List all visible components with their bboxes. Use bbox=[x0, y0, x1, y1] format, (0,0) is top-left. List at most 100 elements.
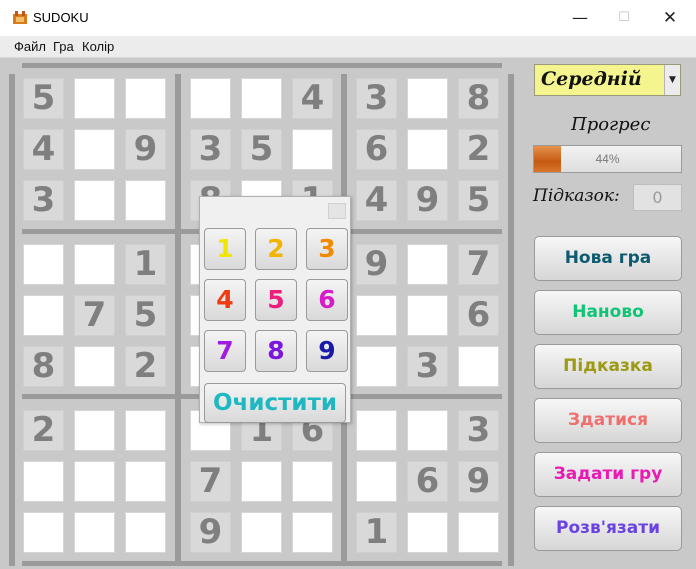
menu-color[interactable]: Колір bbox=[82, 39, 114, 54]
hint-button[interactable]: Підказка bbox=[534, 344, 682, 389]
box-divider-horizontal bbox=[22, 561, 502, 566]
sudoku-cell[interactable] bbox=[125, 180, 166, 221]
sudoku-cell[interactable]: 2 bbox=[458, 129, 499, 170]
sudoku-cell[interactable]: 8 bbox=[23, 346, 64, 387]
sudoku-cell[interactable] bbox=[458, 346, 499, 387]
box-divider-vertical bbox=[9, 74, 15, 566]
sudoku-cell[interactable]: 3 bbox=[407, 346, 448, 387]
sudoku-cell[interactable] bbox=[23, 295, 64, 336]
number-button-8[interactable]: 8 bbox=[255, 330, 297, 372]
sudoku-cell[interactable] bbox=[407, 78, 448, 119]
sudoku-cell[interactable] bbox=[241, 461, 282, 502]
sudoku-cell[interactable]: 9 bbox=[407, 180, 448, 221]
sudoku-cell[interactable]: 7 bbox=[190, 461, 231, 502]
sudoku-cell[interactable]: 6 bbox=[356, 129, 397, 170]
sudoku-cell[interactable] bbox=[407, 410, 448, 451]
sudoku-cell[interactable] bbox=[241, 512, 282, 553]
sudoku-cell[interactable] bbox=[74, 244, 115, 285]
menu-file[interactable]: Файл bbox=[14, 39, 46, 54]
sudoku-cell[interactable] bbox=[74, 512, 115, 553]
sudoku-cell[interactable] bbox=[292, 129, 333, 170]
number-button-2[interactable]: 2 bbox=[255, 228, 297, 270]
maximize-icon[interactable]: ☐ bbox=[614, 8, 634, 28]
sudoku-cell[interactable]: 3 bbox=[458, 410, 499, 451]
sudoku-cell[interactable]: 2 bbox=[23, 410, 64, 451]
restart-button[interactable]: Наново bbox=[534, 290, 682, 335]
sudoku-cell[interactable]: 2 bbox=[125, 346, 166, 387]
sudoku-cell[interactable]: 9 bbox=[458, 461, 499, 502]
box-divider-horizontal bbox=[22, 63, 502, 68]
number-button-9[interactable]: 9 bbox=[306, 330, 348, 372]
sudoku-cell[interactable] bbox=[292, 461, 333, 502]
sudoku-cell[interactable] bbox=[74, 180, 115, 221]
sudoku-cell[interactable]: 3 bbox=[356, 78, 397, 119]
sudoku-cell[interactable] bbox=[356, 461, 397, 502]
number-picker-popup: 123 456 789 Очистити bbox=[199, 196, 351, 423]
sudoku-cell[interactable] bbox=[407, 512, 448, 553]
new-game-button[interactable]: Нова гра bbox=[534, 236, 682, 281]
sudoku-cell[interactable]: 7 bbox=[74, 295, 115, 336]
sudoku-cell[interactable] bbox=[74, 129, 115, 170]
sudoku-cell[interactable] bbox=[23, 512, 64, 553]
sudoku-cell[interactable]: 3 bbox=[23, 180, 64, 221]
sudoku-cell[interactable] bbox=[407, 295, 448, 336]
number-button-1[interactable]: 1 bbox=[204, 228, 246, 270]
progress-bar: 44% bbox=[533, 145, 682, 173]
sudoku-cell[interactable]: 9 bbox=[190, 512, 231, 553]
sudoku-cell[interactable] bbox=[125, 461, 166, 502]
clear-button[interactable]: Очистити bbox=[204, 383, 346, 423]
sudoku-cell[interactable] bbox=[190, 78, 231, 119]
sudoku-cell[interactable]: 4 bbox=[23, 129, 64, 170]
sudoku-cell[interactable]: 7 bbox=[458, 244, 499, 285]
hints-count-field: 0 bbox=[633, 184, 682, 211]
sudoku-cell[interactable] bbox=[74, 410, 115, 451]
menu-bar: Файл Гра Колір bbox=[0, 36, 696, 58]
popup-close-button[interactable] bbox=[328, 203, 346, 219]
sudoku-cell[interactable]: 1 bbox=[125, 244, 166, 285]
give-up-button[interactable]: Здатися bbox=[534, 398, 682, 443]
sudoku-cell[interactable]: 5 bbox=[125, 295, 166, 336]
number-button-4[interactable]: 4 bbox=[204, 279, 246, 321]
sudoku-cell[interactable]: 9 bbox=[356, 244, 397, 285]
sudoku-cell[interactable] bbox=[125, 512, 166, 553]
difficulty-select[interactable]: Середній ▼ bbox=[534, 64, 681, 96]
number-button-5[interactable]: 5 bbox=[255, 279, 297, 321]
sudoku-cell[interactable] bbox=[458, 512, 499, 553]
sudoku-cell[interactable]: 6 bbox=[458, 295, 499, 336]
sudoku-cell[interactable]: 9 bbox=[125, 129, 166, 170]
sudoku-cell[interactable] bbox=[125, 410, 166, 451]
sudoku-cell[interactable] bbox=[74, 346, 115, 387]
minimize-icon[interactable]: — bbox=[570, 8, 590, 28]
close-icon[interactable]: ✕ bbox=[660, 8, 680, 28]
sudoku-cell[interactable] bbox=[356, 410, 397, 451]
sudoku-cell[interactable] bbox=[125, 78, 166, 119]
number-button-3[interactable]: 3 bbox=[306, 228, 348, 270]
sudoku-cell[interactable]: 5 bbox=[241, 129, 282, 170]
sudoku-cell[interactable] bbox=[407, 129, 448, 170]
sudoku-cell[interactable] bbox=[23, 244, 64, 285]
sudoku-cell[interactable] bbox=[74, 461, 115, 502]
sudoku-cell[interactable]: 4 bbox=[292, 78, 333, 119]
hints-label: Підказок: bbox=[533, 186, 620, 206]
sudoku-cell[interactable]: 3 bbox=[190, 129, 231, 170]
sudoku-cell[interactable]: 5 bbox=[23, 78, 64, 119]
number-button-7[interactable]: 7 bbox=[204, 330, 246, 372]
solve-button[interactable]: Розв'язати bbox=[534, 506, 682, 551]
sudoku-cell[interactable] bbox=[292, 512, 333, 553]
menu-game[interactable]: Гра bbox=[53, 39, 74, 54]
number-button-6[interactable]: 6 bbox=[306, 279, 348, 321]
sudoku-cell[interactable]: 5 bbox=[458, 180, 499, 221]
chevron-down-icon[interactable]: ▼ bbox=[664, 65, 680, 95]
sudoku-cell[interactable]: 6 bbox=[407, 461, 448, 502]
sudoku-cell[interactable] bbox=[356, 295, 397, 336]
sudoku-cell[interactable] bbox=[74, 78, 115, 119]
set-game-button[interactable]: Задати гру bbox=[534, 452, 682, 497]
sudoku-cell[interactable]: 1 bbox=[356, 512, 397, 553]
sudoku-cell[interactable] bbox=[407, 244, 448, 285]
sudoku-cell[interactable]: 4 bbox=[356, 180, 397, 221]
sudoku-cell[interactable] bbox=[23, 461, 64, 502]
sudoku-cell[interactable] bbox=[356, 346, 397, 387]
sudoku-cell[interactable]: 8 bbox=[458, 78, 499, 119]
sudoku-cell[interactable] bbox=[241, 78, 282, 119]
title-bar: SUDOKU — ☐ ✕ bbox=[0, 0, 696, 36]
